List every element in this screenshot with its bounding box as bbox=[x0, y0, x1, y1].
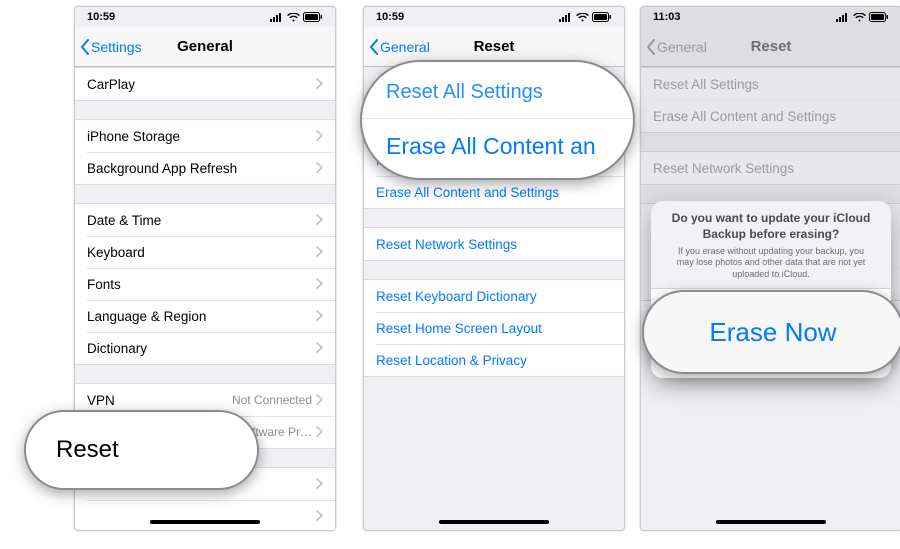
clock: 10:59 bbox=[87, 11, 115, 23]
chevron-left-icon bbox=[646, 39, 656, 55]
list-row[interactable]: Language & Region bbox=[75, 300, 335, 332]
row-detail: Not Connected bbox=[232, 393, 312, 407]
home-indicator[interactable] bbox=[716, 520, 826, 524]
signal-icon bbox=[559, 13, 573, 22]
chevron-right-icon bbox=[316, 245, 323, 260]
sheet-subtitle: If you erase without updating your backu… bbox=[669, 246, 873, 280]
back-button: General bbox=[646, 39, 707, 55]
home-indicator[interactable] bbox=[439, 520, 549, 524]
row-label: Dictionary bbox=[87, 341, 316, 356]
sheet-message: Do you want to update your iCloud Backup… bbox=[651, 201, 891, 288]
list-row[interactable]: Dictionary bbox=[75, 332, 335, 364]
list-row[interactable]: iPhone Storage bbox=[75, 120, 335, 152]
phone-erase-confirm: 11:03 General Reset Reset All Settings Er… bbox=[640, 6, 900, 531]
clock: 11:03 bbox=[653, 11, 681, 23]
row-label: Reset Home Screen Layout bbox=[376, 321, 612, 336]
row-label: Reset Network Settings bbox=[376, 237, 612, 252]
row-label: Reset All Settings bbox=[653, 77, 889, 92]
chevron-left-icon bbox=[369, 39, 379, 55]
battery-icon bbox=[869, 12, 889, 22]
list-row[interactable]: Reset Home Screen Layout bbox=[364, 312, 624, 344]
list-row[interactable]: Reset Keyboard Dictionary bbox=[364, 280, 624, 312]
signal-icon bbox=[836, 13, 850, 22]
list-row: Erase All Content and Settings bbox=[641, 100, 900, 132]
status-bar: 10:59 bbox=[364, 7, 624, 27]
chevron-right-icon bbox=[316, 161, 323, 176]
status-icons bbox=[559, 12, 612, 22]
row-label: Keyboard bbox=[87, 245, 316, 260]
status-icons bbox=[270, 12, 323, 22]
row-label: Erase All Content and Settings bbox=[376, 185, 612, 200]
row-label: VPN bbox=[87, 393, 232, 408]
list-row[interactable]: Keyboard bbox=[75, 236, 335, 268]
row-label: Date & Time bbox=[87, 213, 316, 228]
back-label: General bbox=[380, 39, 430, 55]
chevron-right-icon bbox=[316, 425, 323, 440]
row-label: Reset Network Settings bbox=[653, 161, 889, 176]
row-label: Language & Region bbox=[87, 309, 316, 324]
row-label: Reset Location & Privacy bbox=[376, 353, 612, 368]
chevron-right-icon bbox=[316, 277, 323, 292]
chevron-right-icon bbox=[316, 77, 323, 92]
list-row[interactable]: Reset Location & Privacy bbox=[364, 344, 624, 376]
wifi-icon bbox=[287, 13, 300, 22]
row-label: Erase All Content and Settings bbox=[653, 109, 889, 124]
sheet-title: Do you want to update your iCloud Backup… bbox=[669, 211, 873, 242]
battery-icon bbox=[303, 12, 323, 22]
wifi-icon bbox=[576, 13, 589, 22]
callout-reset: Reset bbox=[24, 410, 259, 490]
battery-icon bbox=[592, 12, 612, 22]
row-label: iPhone Storage bbox=[87, 129, 316, 144]
nav-bar: General Reset bbox=[641, 27, 900, 67]
chevron-right-icon bbox=[316, 309, 323, 324]
back-label: General bbox=[657, 39, 707, 55]
home-indicator[interactable] bbox=[150, 520, 260, 524]
list-row[interactable]: Erase All Content and Settings bbox=[364, 176, 624, 208]
status-icons bbox=[836, 12, 889, 22]
status-bar: 10:59 bbox=[75, 7, 335, 27]
chevron-right-icon bbox=[316, 509, 323, 524]
status-bar: 11:03 bbox=[641, 7, 900, 27]
signal-icon bbox=[270, 13, 284, 22]
back-button[interactable]: General bbox=[369, 39, 430, 55]
chevron-right-icon bbox=[316, 341, 323, 356]
chevron-right-icon bbox=[316, 213, 323, 228]
row-label: CarPlay bbox=[87, 77, 316, 92]
chevron-left-icon bbox=[80, 39, 90, 55]
list-row[interactable]: Fonts bbox=[75, 268, 335, 300]
row-label: Reset Keyboard Dictionary bbox=[376, 289, 612, 304]
nav-bar: Settings General bbox=[75, 27, 335, 67]
list-row: Reset Network Settings bbox=[641, 152, 900, 184]
chevron-right-icon bbox=[316, 129, 323, 144]
list-row[interactable]: Background App Refresh bbox=[75, 152, 335, 184]
list-row[interactable]: Reset Network Settings bbox=[364, 228, 624, 260]
chevron-right-icon bbox=[316, 477, 323, 492]
list-row[interactable] bbox=[75, 500, 335, 531]
chevron-right-icon bbox=[316, 393, 323, 408]
row-label: Background App Refresh bbox=[87, 161, 316, 176]
list-row: Reset All Settings bbox=[641, 68, 900, 100]
back-button[interactable]: Settings bbox=[80, 39, 142, 55]
callout-row-main: Erase All Content an bbox=[362, 119, 633, 174]
callout-label: Reset bbox=[26, 424, 257, 476]
list-row[interactable]: CarPlay bbox=[75, 68, 335, 100]
callout-row-top: Reset All Settings bbox=[362, 67, 633, 119]
clock: 10:59 bbox=[376, 11, 404, 23]
list-row[interactable]: Date & Time bbox=[75, 204, 335, 236]
callout-erase-all: Reset All Settings Erase All Content an bbox=[360, 60, 635, 180]
back-label: Settings bbox=[91, 39, 142, 55]
row-label: Fonts bbox=[87, 277, 316, 292]
callout-erase-now: Erase Now bbox=[642, 290, 900, 374]
callout-label: Erase Now bbox=[644, 293, 900, 372]
wifi-icon bbox=[853, 13, 866, 22]
